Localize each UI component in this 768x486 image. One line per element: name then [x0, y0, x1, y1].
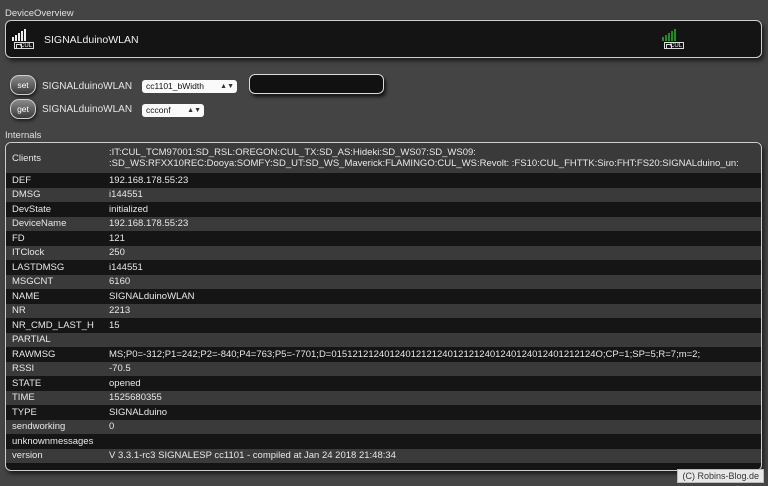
- internals-row: RSSI -70.5: [6, 361, 761, 376]
- internal-key: TYPE: [6, 405, 103, 420]
- internal-value: opened: [103, 376, 761, 391]
- internal-value: 192.168.178.55:23: [103, 216, 761, 231]
- internal-key: DEF: [6, 173, 103, 188]
- internals-row: Clients :IT:CUL_TCM97001:SD_RSL:OREGON:CU…: [6, 143, 761, 173]
- internal-key: RAWMSG: [6, 347, 103, 362]
- internals-row: sendworking 0: [6, 419, 761, 434]
- internal-value: MS;P0=-312;P1=242;P2=-840;P4=763;P5=-770…: [103, 347, 761, 362]
- internals-row: MSGCNT 6160: [6, 274, 761, 289]
- internal-key: ITClock: [6, 245, 103, 260]
- internals-row: TYPE SIGNALduino: [6, 405, 761, 420]
- internals-row: NR_CMD_LAST_H 15: [6, 318, 761, 333]
- internal-key: TIME: [6, 390, 103, 405]
- internals-panel: Clients :IT:CUL_TCM97001:SD_RSL:OREGON:CU…: [5, 142, 762, 471]
- internals-row: STATE opened: [6, 376, 761, 391]
- set-device-label: SIGNALduinoWLAN: [42, 81, 133, 92]
- internal-key: PARTIAL: [6, 332, 103, 347]
- internals-title: Internals: [5, 130, 42, 141]
- internal-key: DMSG: [6, 187, 103, 202]
- set-value-input[interactable]: [249, 74, 384, 94]
- internal-key: unknownmessages: [6, 434, 103, 449]
- internal-value: i144551: [103, 260, 761, 275]
- internals-table: Clients :IT:CUL_TCM97001:SD_RSL:OREGON:CU…: [6, 143, 761, 463]
- internal-value: SIGNALduino: [103, 405, 761, 420]
- internal-value: 121: [103, 231, 761, 246]
- internal-value-line: :SD_WS:RFXX10REC:Dooya:SOMFY:SD_UT:SD_WS…: [109, 158, 739, 169]
- internal-key: RSSI: [6, 361, 103, 376]
- get-button[interactable]: get: [10, 99, 36, 119]
- internal-value-line: :IT:CUL_TCM97001:SD_RSL:OREGON:CUL_TX:SD…: [109, 147, 476, 158]
- internal-value: SIGNALduinoWLAN: [103, 289, 761, 304]
- watermark: (C) Robins-Blog.de: [677, 469, 764, 483]
- device-overview-title: DeviceOverview: [5, 8, 74, 19]
- internal-key: sendworking: [6, 419, 103, 434]
- internal-value: 1525680355: [103, 390, 761, 405]
- internal-key: version: [6, 448, 103, 463]
- internals-row: unknownmessages: [6, 434, 761, 449]
- internals-row: TIME 1525680355: [6, 390, 761, 405]
- internal-value: 2213: [103, 303, 761, 318]
- internal-value: 0: [103, 419, 761, 434]
- internals-row: ITClock 250: [6, 245, 761, 260]
- device-name-link[interactable]: SIGNALduinoWLAN: [44, 34, 139, 46]
- internal-value: i144551: [103, 187, 761, 202]
- internal-value: 15: [103, 318, 761, 333]
- internals-row: NAME SIGNALduinoWLAN: [6, 289, 761, 304]
- internal-value: V 3.3.1-rc3 SIGNALESP cc1101 - compiled …: [103, 448, 761, 463]
- select-arrow-icon: ▲▼: [220, 83, 234, 90]
- signal-cul-icon[interactable]: CUL: [12, 29, 36, 49]
- internal-value: -70.5: [103, 361, 761, 376]
- internal-value: [103, 332, 761, 347]
- internal-key: Clients: [6, 143, 103, 173]
- get-device-label: SIGNALduinoWLAN: [42, 104, 133, 115]
- internal-key: NR_CMD_LAST_H: [6, 318, 103, 333]
- internals-row: FD 121: [6, 231, 761, 246]
- internals-row: PARTIAL: [6, 332, 761, 347]
- internal-key: NAME: [6, 289, 103, 304]
- internals-row: RAWMSG MS;P0=-312;P1=242;P2=-840;P4=763;P…: [6, 347, 761, 362]
- internal-value: [103, 434, 761, 449]
- internals-row: DevState initialized: [6, 202, 761, 217]
- internal-key: MSGCNT: [6, 274, 103, 289]
- get-command-select[interactable]: ccconf ▲▼: [142, 104, 204, 117]
- internal-key: DeviceName: [6, 216, 103, 231]
- internal-value: 192.168.178.55:23: [103, 173, 761, 188]
- internal-key: NR: [6, 303, 103, 318]
- set-command-select[interactable]: cc1101_bWidth ▲▼: [142, 80, 237, 93]
- set-command-value: cc1101_bWidth: [146, 81, 204, 91]
- internal-value: :IT:CUL_TCM97001:SD_RSL:OREGON:CUL_TX:SD…: [103, 143, 761, 173]
- internals-row: version V 3.3.1-rc3 SIGNALESP cc1101 - co…: [6, 448, 761, 463]
- device-status-icon[interactable]: CUL: [662, 29, 686, 49]
- internal-key: FD: [6, 231, 103, 246]
- internal-key: DevState: [6, 202, 103, 217]
- internals-row: DMSG i144551: [6, 187, 761, 202]
- set-button[interactable]: set: [10, 75, 36, 95]
- internals-row: DEF 192.168.178.55:23: [6, 173, 761, 188]
- internals-row: DeviceName 192.168.178.55:23: [6, 216, 761, 231]
- get-command-value: ccconf: [146, 105, 171, 115]
- internal-value: initialized: [103, 202, 761, 217]
- select-arrow-icon: ▲▼: [187, 107, 201, 114]
- internal-key: STATE: [6, 376, 103, 391]
- internal-key: LASTDMSG: [6, 260, 103, 275]
- internals-row: LASTDMSG i144551: [6, 260, 761, 275]
- internal-value: 250: [103, 245, 761, 260]
- internal-value: 6160: [103, 274, 761, 289]
- device-overview-panel: CUL SIGNALduinoWLAN CUL: [5, 20, 762, 58]
- internals-row: NR 2213: [6, 303, 761, 318]
